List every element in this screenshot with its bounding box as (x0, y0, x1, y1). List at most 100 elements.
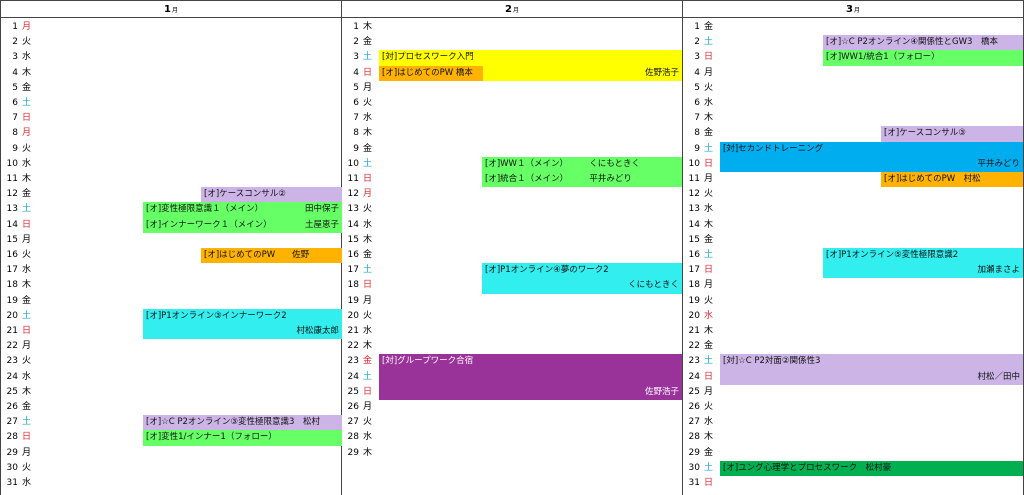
weekday-label: 水 (22, 371, 32, 382)
event-title: [オ]はじめてのPW 村松 (884, 174, 981, 184)
weekday-label: 土 (704, 250, 714, 260)
weekday-label: 日 (704, 52, 714, 63)
weekday-label: 日 (704, 371, 714, 382)
weekday-label: 土 (363, 52, 373, 63)
day-number: 11 (688, 174, 700, 184)
weekday-label: 火 (22, 250, 32, 260)
weekday-label: 日 (22, 432, 32, 443)
day-row: 12 火 (683, 187, 1024, 202)
weekday-label: 土 (22, 310, 32, 321)
day-row: 4木 (1, 66, 343, 81)
day-number: 2 (353, 37, 359, 48)
day-number: 27 (6, 417, 18, 428)
weekday-label: 月 (22, 341, 32, 352)
event-person: 加瀬まさよ (977, 265, 1020, 276)
event-block[interactable]: [オ]はじめてのPW 橋本 (379, 65, 483, 81)
day-number: 29 (347, 447, 359, 458)
event-block[interactable]: [オ]はじめてのPW 佐野 (201, 248, 342, 264)
event-block[interactable]: [オ]ユング心理学とプロセスワーク 松村豪 (720, 460, 1023, 476)
event-title: [対]グループワーク合宿 (382, 356, 474, 367)
weekday-label: 月 (363, 295, 373, 306)
weekday-label: 水 (363, 113, 373, 124)
month-header: 2月 (342, 0, 682, 18)
day-row: 27 火 (342, 415, 683, 430)
event-block[interactable]: [対]プロセスワーク入門 (379, 50, 682, 66)
day-number: 2 (12, 37, 18, 48)
day-number: 25 (688, 386, 700, 397)
day-number: 15 (6, 234, 18, 245)
weekday-label: 月 (22, 128, 32, 139)
day-row: 20 火 (342, 309, 683, 324)
weekday-label: 水 (704, 204, 714, 215)
day-number: 28 (6, 432, 18, 443)
day-number: 11 (347, 174, 359, 184)
event-block[interactable]: [オ]P1オンライン③インナーワーク2 村松康太郎 (143, 308, 342, 340)
day-row: 1金 (683, 20, 1024, 35)
event-block[interactable]: [オ]統合１（メイン） 平井みどり (482, 172, 682, 188)
day-number: 13 (347, 204, 359, 215)
weekday-label: 月 (363, 402, 373, 412)
event-block[interactable]: [対]グループワーク合宿 佐野浩子 (379, 354, 682, 400)
day-row: 20 水 (683, 309, 1024, 324)
weekday-label: 火 (363, 98, 373, 108)
event-block[interactable]: [オ]変性1/インナー1（フォロー） (143, 430, 342, 446)
event-block[interactable]: [オ]WW１（メイン） くにもときく (482, 156, 682, 172)
event-block[interactable]: [オ]変性極限意識１（メイン） 田中保子 (143, 202, 342, 218)
day-number: 18 (688, 280, 700, 291)
event-title: [オ]変性1/インナー1（フォロー） (146, 432, 277, 443)
month-column-2: 2月 1 木 2 金 3 土 4 日 5 月 6 火 7 水 8 木 9 金 10 土 11 日 12 月 13 火 14 水 15 木 16… (342, 0, 683, 495)
event-block[interactable]: [オ]☆C P2オンライン③変性極限意識3 松村 (143, 415, 342, 431)
event-block[interactable]: [オ]ケースコンサル② (201, 187, 342, 203)
day-row: 25 木 (1, 385, 343, 400)
day-number: 18 (6, 280, 18, 291)
day-number: 16 (6, 250, 18, 260)
day-number: 4 (12, 67, 18, 78)
event-block[interactable]: [オ]P1オンライン⑤変性極限意識2 加瀬まさよ (823, 248, 1023, 279)
weekday-label: 金 (363, 37, 373, 48)
day-row: 11 木 (1, 172, 343, 187)
weekday-label: 火 (363, 204, 373, 215)
weekday-label: 水 (22, 265, 32, 276)
event-block[interactable]: [対]☆C P2対面②関係性3 村松／田中 (720, 354, 1023, 385)
event-block[interactable]: [オ]P1オンライン④夢のワーク2 くにもときく (482, 263, 682, 294)
day-row: 2火 (1, 35, 343, 50)
weekday-label: 土 (363, 371, 373, 382)
day-number: 17 (347, 265, 359, 276)
event-block[interactable]: [オ]インナーワーク１（メイン） 土屋恵子 (143, 217, 342, 233)
weekday-label: 金 (363, 250, 373, 260)
event-block[interactable]: [オ]はじめてのPW 村松 (881, 172, 1023, 188)
day-number: 20 (688, 310, 700, 321)
day-number: 10 (688, 158, 700, 169)
day-number: 6 (353, 98, 359, 108)
month-header: 1月 (1, 0, 341, 18)
event-block[interactable]: [オ]☆C P2オンライン④関係性とGW3 橋本 (823, 35, 1023, 51)
day-row: 1木 (342, 20, 683, 35)
day-number: 31 (6, 478, 18, 488)
day-number: 12 (688, 189, 700, 200)
day-number: 6 (12, 98, 18, 108)
day-number: 21 (347, 326, 359, 336)
day-number: 5 (353, 82, 359, 93)
event-block[interactable]: [対]セカンドトレーニング 平井みどり (720, 141, 1023, 172)
day-number: 9 (12, 143, 18, 154)
day-number: 14 (688, 219, 700, 230)
event-title: [オ]はじめてのPW 橋本 (382, 67, 473, 78)
day-number: 3 (353, 52, 359, 63)
day-row: 7日 (1, 111, 343, 126)
event-block[interactable]: [オ]WW1/統合1（フォロー） (823, 50, 1023, 66)
weekday-label: 金 (704, 234, 714, 245)
event-title: [オ]統合１（メイン） 平井みどり (485, 174, 632, 184)
month-header: 3月 (683, 0, 1023, 18)
day-row: 9火 (1, 142, 343, 157)
day-number: 26 (688, 402, 700, 412)
weekday-label: 木 (22, 386, 32, 397)
event-block[interactable]: [オ]ケースコンサル③ (881, 126, 1023, 142)
day-number: 16 (688, 250, 700, 260)
day-number: 5 (12, 82, 18, 93)
weekday-label: 火 (22, 37, 32, 48)
weekday-label: 月 (363, 82, 373, 93)
day-row: 29 金 (683, 446, 1024, 461)
month-number: 3 (846, 4, 853, 15)
weekday-label: 日 (363, 280, 373, 291)
day-row: 8木 (342, 126, 683, 141)
